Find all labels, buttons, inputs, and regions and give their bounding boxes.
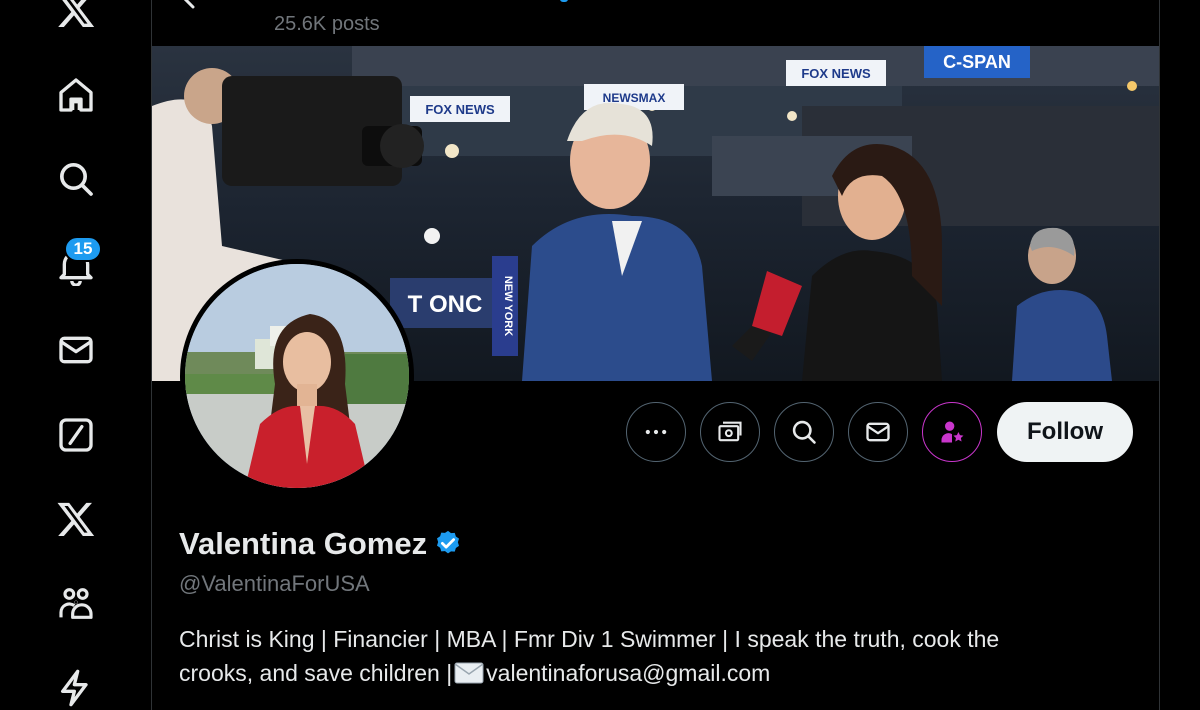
bio-line-2-prefix: crooks, and save children | [179,660,453,686]
mail-icon [866,422,890,442]
verified-badge-partial [560,0,568,2]
svg-text:FOX NEWS: FOX NEWS [425,102,495,117]
profile-avatar[interactable] [180,259,414,493]
banner-sign-cspan: C-SPAN [924,46,1030,78]
x-logo-icon[interactable] [50,0,102,36]
banner-sign-fox-2: FOX NEWS [786,60,886,86]
bio-email[interactable]: valentinaforusa@gmail.com [486,660,770,686]
envelope-emoji-icon [454,662,484,684]
x-logo-icon-svg [58,0,95,27]
home-icon[interactable] [50,69,102,121]
money-icon [718,421,742,442]
profile-bio: Christ is King | Financier | MBA | Fmr D… [179,622,1139,690]
svg-text:FOX NEWS: FOX NEWS [801,66,871,81]
message-button[interactable] [848,402,908,462]
back-arrow-icon[interactable] [180,0,210,10]
banner-sign-tonc: T ONC [390,278,500,328]
search-icon [792,420,816,444]
svg-text:C-SPAN: C-SPAN [943,52,1011,72]
search-profile-button[interactable] [774,402,834,462]
banner-sign-newyork: NEW YORK [492,256,518,356]
more-dots-icon [645,429,667,435]
tip-money-button[interactable] [700,402,760,462]
bio-line-2: crooks, and save children | valentinaforu… [179,656,1139,690]
profile-handle: @ValentinaForUSA [179,571,370,596]
follow-button[interactable]: Follow [997,402,1133,462]
person-star-icon [941,421,964,443]
more-options-button[interactable] [626,402,686,462]
verified-orgs-lightning-icon[interactable] [50,662,102,710]
grok-icon[interactable] [50,409,102,461]
display-name-text: Valentina Gomez [179,526,428,561]
messages-mail-icon[interactable] [50,324,102,376]
banner-sign-fox-1: FOX NEWS [410,96,510,122]
svg-text:T ONC: T ONC [408,291,483,318]
premium-x-icon[interactable] [50,493,102,545]
column-divider-right [1159,0,1160,710]
search-icon[interactable] [50,153,102,205]
posts-count: 25.6K posts [274,13,380,35]
bio-line-1: Christ is King | Financier | MBA | Fmr D… [179,626,1000,652]
notifications-badge: 15 [64,236,102,262]
left-nav: 15 [0,0,151,710]
profile-display-name: Valentina Gomez [179,526,463,562]
verified-badge-icon[interactable] [433,529,463,559]
svg-text:NEW YORK: NEW YORK [502,276,514,336]
subscribe-button[interactable] [922,402,982,462]
communities-icon[interactable] [50,578,102,630]
